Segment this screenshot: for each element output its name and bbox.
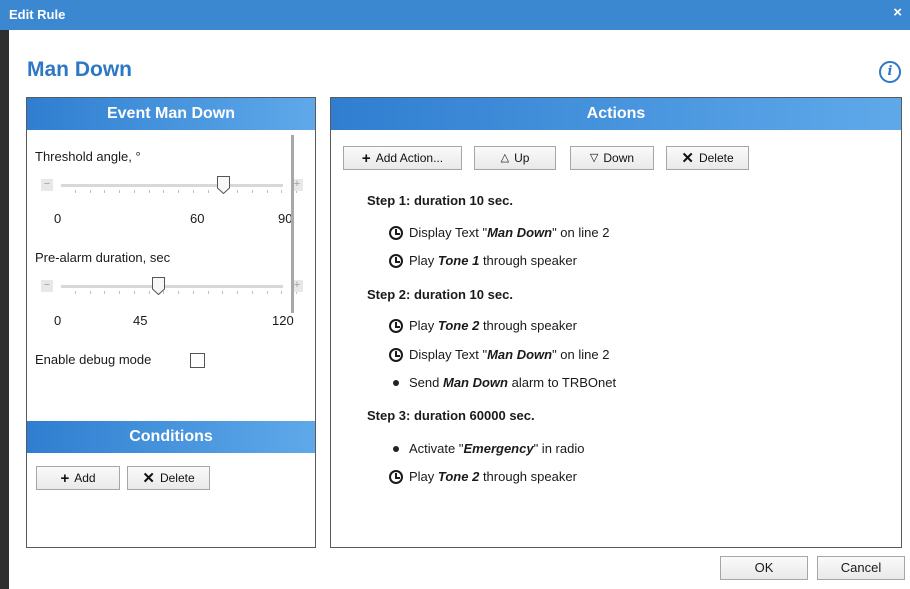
plus-icon: +: [361, 149, 371, 167]
clock-icon: [389, 253, 403, 268]
slider-tick: [178, 291, 180, 294]
prealarm-mid: 45: [133, 313, 148, 328]
debug-checkbox[interactable]: [190, 353, 205, 368]
close-icon: ✕: [142, 469, 155, 487]
clock-icon: [389, 225, 403, 240]
triangle-down-icon: ▽: [589, 151, 599, 164]
slider-tick: [75, 291, 76, 294]
slider-tick: [133, 190, 135, 193]
prealarm-slider[interactable]: − +: [41, 277, 303, 297]
slider-tick: [237, 291, 239, 294]
actions-panel: Actions + Add Action... △ Up ▽ Down ✕ De…: [330, 97, 902, 548]
event-panel-scrollbar[interactable]: [291, 135, 294, 313]
slider-tick: [251, 291, 253, 294]
cancel-button[interactable]: Cancel: [817, 556, 905, 580]
threshold-mid: 60: [190, 211, 205, 226]
slider-tick: [237, 190, 239, 193]
slider-tick: [192, 291, 194, 294]
step-heading[interactable]: Step 3: duration 60000 sec.: [367, 408, 535, 423]
prealarm-label: Pre-alarm duration, sec: [35, 250, 171, 265]
action-item[interactable]: Play Tone 2 through speaker: [389, 318, 577, 333]
delete-action-label: Delete: [698, 151, 734, 165]
slider-tick: [266, 291, 268, 294]
slider-tick: [75, 190, 76, 193]
threshold-slider[interactable]: − +: [41, 176, 303, 196]
conditions-header: Conditions: [27, 421, 315, 453]
slider-tick: [163, 190, 165, 193]
slider-tick: [207, 291, 209, 294]
slider-tick: [207, 190, 209, 193]
slider-thumb[interactable]: [217, 176, 230, 194]
slider-tick: [104, 291, 106, 294]
slider-tick: [192, 190, 194, 193]
triangle-up-icon: △: [500, 151, 510, 164]
slider-tick: [222, 291, 224, 294]
close-icon[interactable]: ×: [893, 4, 902, 21]
delete-condition-label: Delete: [159, 471, 195, 485]
action-item[interactable]: Display Text "Man Down" on line 2: [389, 347, 609, 362]
slider-track: [61, 285, 283, 288]
add-action-button[interactable]: + Add Action...: [343, 146, 462, 170]
event-panel: Event Man Down Threshold angle, ° − + 0 …: [26, 97, 316, 548]
move-up-button[interactable]: △ Up: [474, 146, 556, 170]
ok-button[interactable]: OK: [720, 556, 808, 580]
clock-icon: [389, 318, 403, 333]
clock-icon: [389, 469, 403, 484]
slider-tick: [281, 190, 283, 193]
bullet-icon: [393, 379, 399, 386]
action-item[interactable]: Activate "Emergency" in radio: [389, 441, 584, 456]
clock-icon: [389, 347, 403, 362]
delete-action-button[interactable]: ✕ Delete: [666, 146, 749, 170]
event-panel-header: Event Man Down: [27, 98, 315, 130]
slider-tick: [119, 190, 121, 193]
slider-tick: [148, 190, 150, 193]
slider-tick: [133, 291, 135, 294]
move-down-label: Down: [603, 151, 635, 165]
move-up-label: Up: [514, 151, 530, 165]
add-action-label: Add Action...: [375, 151, 444, 165]
slider-tick: [104, 190, 106, 193]
add-condition-button[interactable]: + Add: [36, 466, 120, 490]
move-down-button[interactable]: ▽ Down: [570, 146, 654, 170]
step-heading[interactable]: Step 1: duration 10 sec.: [367, 193, 513, 208]
slider-tick: [148, 291, 150, 294]
slider-ticks: [75, 291, 297, 295]
slider-tick: [178, 190, 180, 193]
prealarm-min: 0: [54, 313, 62, 328]
bullet-icon: [393, 445, 399, 452]
slider-tick: [89, 291, 91, 294]
close-icon: ✕: [681, 149, 694, 167]
title-bar: Edit Rule ×: [0, 0, 910, 30]
window-title: Edit Rule: [9, 7, 66, 22]
window-edge: [0, 30, 9, 589]
slider-tick: [89, 190, 91, 193]
decrease-icon[interactable]: −: [41, 179, 53, 191]
slider-track: [61, 184, 283, 187]
threshold-min: 0: [54, 211, 62, 226]
slider-tick: [266, 190, 268, 193]
action-item[interactable]: Display Text "Man Down" on line 2: [389, 225, 609, 240]
delete-condition-button[interactable]: ✕ Delete: [127, 466, 210, 490]
slider-tick: [281, 291, 283, 294]
slider-thumb[interactable]: [152, 277, 166, 295]
action-item[interactable]: Send Man Down alarm to TRBOnet: [389, 375, 616, 390]
slider-ticks: [75, 190, 297, 194]
slider-tick: [251, 190, 253, 193]
threshold-label: Threshold angle, °: [35, 149, 141, 164]
add-condition-label: Add: [74, 471, 96, 485]
rule-name-heading: Man Down: [27, 58, 132, 81]
info-icon[interactable]: i: [879, 61, 901, 83]
step-heading[interactable]: Step 2: duration 10 sec.: [367, 287, 513, 302]
slider-tick: [119, 291, 121, 294]
decrease-icon[interactable]: −: [41, 280, 53, 292]
plus-icon: +: [60, 469, 70, 487]
prealarm-max: 120: [272, 313, 294, 328]
action-item[interactable]: Play Tone 1 through speaker: [389, 253, 577, 268]
actions-panel-header: Actions: [331, 98, 901, 130]
debug-label: Enable debug mode: [35, 352, 152, 367]
action-item[interactable]: Play Tone 2 through speaker: [389, 469, 577, 484]
